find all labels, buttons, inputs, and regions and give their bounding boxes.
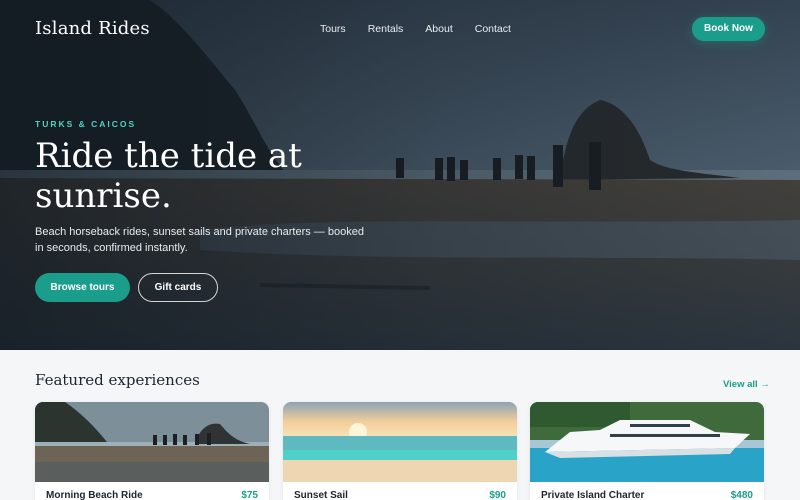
card-price: $75 <box>241 490 258 500</box>
nav-link-tours[interactable]: Tours <box>320 23 346 35</box>
card-title: Private Island Charter <box>541 490 645 500</box>
experience-card-morning-beach-ride[interactable]: Morning Beach Ride $75 <box>35 402 269 500</box>
hero-section: Island Rides Tours Rentals About Contact… <box>0 0 800 350</box>
view-all-link[interactable]: View all → <box>723 379 770 390</box>
nav-links: Tours Rentals About Contact <box>320 23 511 35</box>
hero-eyebrow: TURKS & CAICOS <box>35 119 137 129</box>
book-now-button[interactable]: Book Now <box>692 17 765 41</box>
yacht-image <box>530 402 764 482</box>
brand-logo[interactable]: Island Rides <box>35 18 150 39</box>
experience-card-private-island-charter[interactable]: Private Island Charter $480 <box>530 402 764 500</box>
beach-ride-image <box>35 402 269 482</box>
sunset-sail-image <box>283 402 517 482</box>
card-title: Morning Beach Ride <box>46 490 143 500</box>
card-price: $90 <box>489 490 506 500</box>
featured-title: Featured experiences <box>35 371 200 389</box>
nav-link-about[interactable]: About <box>425 23 452 35</box>
card-title: Sunset Sail <box>294 490 348 500</box>
experience-card-sunset-sail[interactable]: Sunset Sail $90 <box>283 402 517 500</box>
hero-headline: Ride the tide at sunrise. <box>35 136 302 216</box>
top-nav: Island Rides Tours Rentals About Contact… <box>0 0 800 58</box>
nav-link-rentals[interactable]: Rentals <box>368 23 404 35</box>
browse-tours-button[interactable]: Browse tours <box>35 273 130 302</box>
nav-link-contact[interactable]: Contact <box>475 23 511 35</box>
hero-subtext: Beach horseback rides, sunset sails and … <box>35 226 364 254</box>
gift-cards-button[interactable]: Gift cards <box>138 273 218 302</box>
card-price: $480 <box>730 490 753 500</box>
